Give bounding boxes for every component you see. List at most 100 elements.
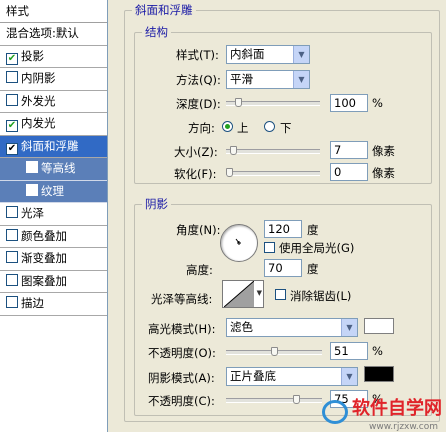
bevel-emboss-checkbox[interactable]: ✔ [6, 142, 18, 155]
style-item-outer-glow[interactable]: 外发光 [0, 91, 107, 113]
method-select[interactable]: 平滑 ▼ [226, 70, 310, 89]
chevron-down-icon[interactable]: ▼ [293, 46, 309, 63]
style-select[interactable]: 内斜面 ▼ [226, 45, 310, 64]
altitude-unit: 度 [307, 262, 319, 276]
direction-down-radio[interactable] [264, 121, 275, 132]
direction-up-radio[interactable] [222, 121, 233, 132]
stroke-checkbox[interactable] [6, 296, 18, 308]
style-item-inner-shadow[interactable]: 内阴影 [0, 68, 107, 91]
style-item-label: 光泽 [21, 206, 44, 220]
style-item-label: 图案叠加 [21, 273, 67, 288]
style-item-label: 投影 [21, 48, 44, 63]
styles-list: 样式 混合选项:默认 ✔ 投影 内阴影 外发光 ✔ 内发光 ✔ 斜面和浮雕 等高线 纹… [0, 0, 108, 432]
anti-alias-label: 消除锯齿(L) [290, 289, 352, 303]
highlight-mode-select[interactable]: 滤色 ▼ [226, 318, 358, 337]
highlight-opacity-input[interactable]: 51 [330, 342, 368, 360]
style-item-bevel-emboss[interactable]: ✔ 斜面和浮雕 [0, 135, 107, 158]
size-slider-thumb[interactable] [230, 146, 238, 155]
highlight-opacity-label: 不透明度(O): [148, 346, 216, 360]
highlight-opacity-unit: % [372, 344, 383, 358]
depth-unit: % [372, 96, 383, 110]
style-item-label: 渐变叠加 [21, 251, 67, 265]
soften-label: 软化(F): [174, 167, 217, 181]
style-item-label: 纹理 [41, 183, 64, 198]
watermark-url: www.rjzxw.com [369, 422, 438, 432]
blend-options-item[interactable]: 混合选项:默认 [0, 23, 107, 46]
altitude-label: 高度: [186, 263, 213, 277]
shading-title: 阴影 [142, 196, 171, 212]
anti-alias-checkbox[interactable] [275, 289, 286, 300]
angle-label: 角度(N): [176, 223, 221, 237]
angle-unit: 度 [307, 223, 319, 237]
contour-preview-icon [224, 281, 254, 307]
shadow-opacity-label: 不透明度(C): [148, 394, 215, 408]
size-label: 大小(Z): [174, 145, 218, 159]
texture-checkbox[interactable] [26, 183, 38, 196]
shadow-opacity-slider-thumb[interactable] [292, 395, 300, 404]
direction-down-label: 下 [280, 121, 292, 135]
soften-input[interactable]: 0 [330, 163, 368, 181]
style-item-texture[interactable]: 纹理 [0, 180, 107, 203]
altitude-input[interactable]: 70 [264, 259, 302, 277]
highlight-mode-value: 滤色 [230, 320, 253, 334]
shadow-mode-select[interactable]: 正片叠底 ▼ [226, 367, 358, 386]
pattern-overlay-checkbox[interactable] [6, 273, 18, 286]
color-overlay-checkbox[interactable] [6, 228, 18, 241]
chevron-down-icon[interactable]: ▼ [293, 71, 309, 88]
shadow-mode-label: 阴影模式(A): [148, 371, 215, 385]
style-item-label: 颜色叠加 [21, 228, 67, 243]
style-item-label: 内发光 [21, 116, 56, 130]
watermark-text: 软件自学网 [352, 398, 442, 419]
size-input[interactable]: 7 [330, 141, 368, 159]
style-item-color-overlay[interactable]: 颜色叠加 [0, 226, 107, 248]
gradient-overlay-checkbox[interactable] [6, 251, 18, 263]
contour-checkbox[interactable] [26, 161, 38, 173]
style-item-label: 等高线 [41, 161, 76, 175]
satin-checkbox[interactable] [6, 206, 18, 218]
angle-dial[interactable] [220, 224, 258, 262]
drop-shadow-checkbox[interactable]: ✔ [6, 52, 18, 65]
style-item-gradient-overlay[interactable]: 渐变叠加 [0, 248, 107, 271]
style-item-inner-glow[interactable]: ✔ 内发光 [0, 113, 107, 136]
style-item-satin[interactable]: 光泽 [0, 203, 107, 226]
direction-label: 方向: [188, 121, 215, 135]
style-item-drop-shadow[interactable]: ✔ 投影 [0, 46, 107, 68]
soften-slider-track[interactable] [226, 171, 320, 176]
style-select-value: 内斜面 [230, 47, 265, 61]
size-slider-track[interactable] [226, 149, 320, 154]
depth-slider-thumb[interactable] [234, 98, 242, 107]
inner-glow-checkbox[interactable]: ✔ [6, 120, 18, 132]
chevron-down-icon[interactable]: ▼ [341, 368, 357, 385]
style-item-stroke[interactable]: 描边 [0, 293, 107, 316]
chevron-down-icon[interactable]: ▼ [341, 319, 357, 336]
style-item-label: 外发光 [21, 93, 56, 108]
depth-input[interactable]: 100 [330, 94, 368, 112]
styles-header[interactable]: 样式 [0, 0, 107, 23]
style-item-pattern-overlay[interactable]: 图案叠加 [0, 271, 107, 293]
style-item-label: 内阴影 [21, 71, 56, 85]
inner-shadow-checkbox[interactable] [6, 71, 18, 83]
direction-up-label: 上 [237, 121, 249, 135]
gloss-contour-picker[interactable]: ▼ [222, 280, 264, 308]
method-select-value: 平滑 [230, 72, 253, 86]
style-item-contour[interactable]: 等高线 [0, 158, 107, 181]
chevron-down-icon[interactable]: ▼ [257, 289, 262, 297]
angle-crosshair-icon [235, 238, 241, 245]
soften-unit: 像素 [372, 166, 395, 180]
highlight-color-swatch[interactable] [364, 318, 394, 334]
global-light-checkbox[interactable] [264, 242, 275, 253]
structure-title: 结构 [142, 24, 171, 40]
watermark-logo-icon [322, 400, 348, 424]
method-label: 方法(Q): [176, 73, 221, 87]
style-label: 样式(T): [176, 48, 219, 62]
highlight-opacity-slider-thumb[interactable] [271, 347, 279, 356]
outer-glow-checkbox[interactable] [6, 93, 18, 106]
bevel-emboss-title: 斜面和浮雕 [132, 2, 196, 18]
gloss-contour-label: 光泽等高线: [151, 292, 213, 306]
shadow-opacity-slider-track[interactable] [226, 398, 322, 403]
depth-label: 深度(D): [176, 97, 221, 111]
angle-input[interactable]: 120 [264, 220, 302, 238]
shadow-color-swatch[interactable] [364, 366, 394, 382]
global-light-label: 使用全局光(G) [279, 241, 355, 255]
soften-slider-thumb[interactable] [226, 168, 233, 177]
